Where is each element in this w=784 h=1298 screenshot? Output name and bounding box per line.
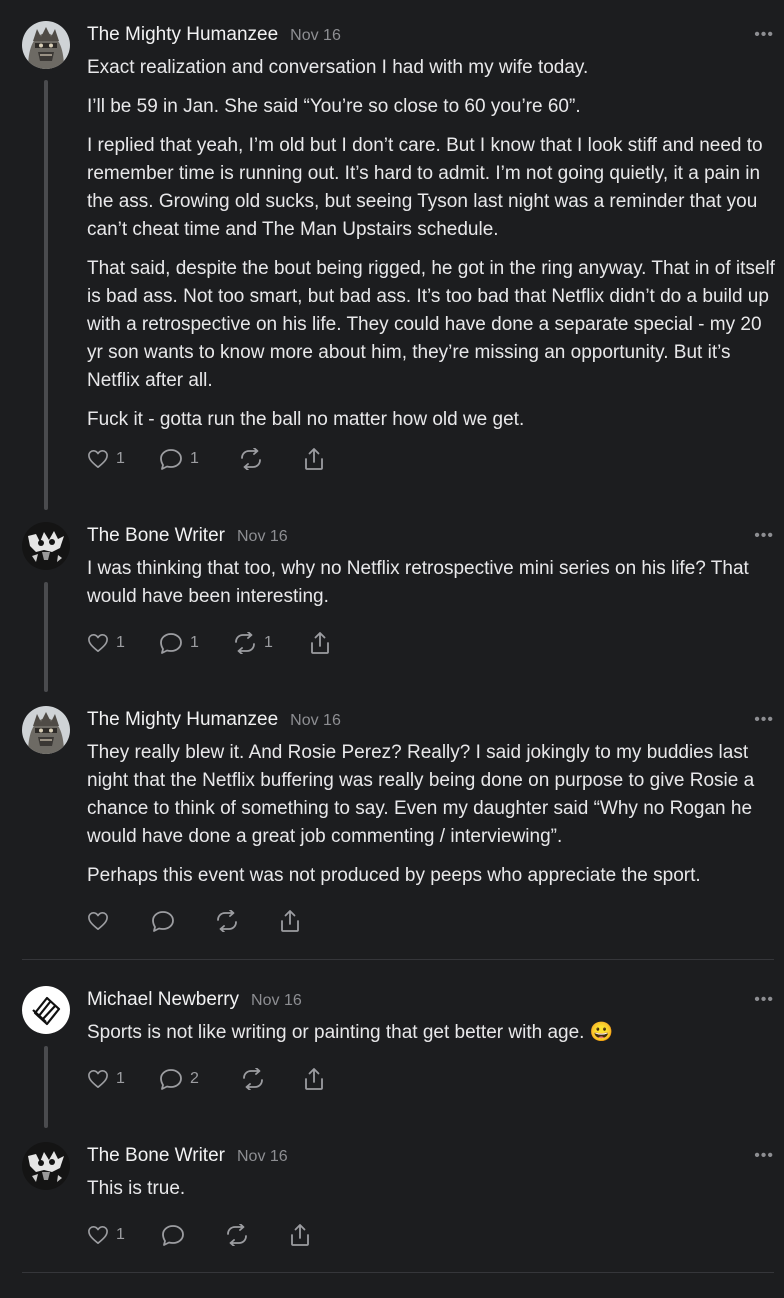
author-name[interactable]: The Mighty Humanzee (87, 709, 278, 730)
speech-bubble-icon (160, 1069, 182, 1090)
comment-body: Exact realization and conversation I had… (87, 54, 779, 445)
reply-button[interactable]: 2 (159, 1066, 241, 1092)
share-button[interactable] (303, 1066, 333, 1092)
comment-actions: 1 2 (87, 1066, 333, 1092)
share-icon (311, 632, 329, 654)
share-button[interactable] (309, 630, 339, 656)
restack-count: 1 (264, 634, 273, 651)
comment-paragraph: I was thinking that too, why no Netflix … (87, 558, 749, 607)
comment-actions: 1 1 (87, 446, 333, 472)
reply-count: 2 (190, 1070, 199, 1087)
heart-icon (88, 450, 108, 468)
comment-paragraph: I’ll be 59 in Jan. She said “You’re so c… (87, 96, 581, 117)
author-name[interactable]: Michael Newberry (87, 989, 239, 1010)
more-options-button[interactable]: ••• (754, 527, 774, 545)
comment-date[interactable]: Nov 16 (251, 992, 302, 1009)
share-icon (281, 910, 299, 932)
comment-body: I was thinking that too, why no Netflix … (87, 555, 779, 622)
comment-body: They really blew it. And Rosie Perez? Re… (87, 739, 779, 901)
share-icon (305, 1068, 323, 1090)
comment-paragraph: This is true. (87, 1178, 186, 1199)
thread-divider (22, 1272, 774, 1273)
heart-icon (88, 912, 108, 930)
author-avatar[interactable] (22, 706, 70, 754)
author-name[interactable]: The Bone Writer (87, 525, 225, 546)
comment-date[interactable]: Nov 16 (237, 528, 288, 545)
restack-button[interactable] (241, 1066, 303, 1092)
more-options-button[interactable]: ••• (754, 991, 774, 1009)
like-button[interactable]: 1 (87, 1066, 159, 1092)
share-button[interactable] (289, 1222, 319, 1248)
reply-button[interactable] (151, 908, 215, 934)
comment-date[interactable]: Nov 16 (237, 1148, 288, 1165)
reply-button[interactable]: 1 (159, 630, 233, 656)
comment-body: This is true. (87, 1175, 779, 1214)
share-button[interactable] (279, 908, 309, 934)
like-button[interactable]: 1 (87, 1222, 161, 1248)
author-line: Michael Newberry Nov 16 (87, 989, 302, 1011)
author-line: The Bone Writer Nov 16 (87, 525, 288, 547)
comment-paragraph: Sports is not like writing or painting t… (87, 1022, 614, 1043)
speech-bubble-icon (162, 1225, 184, 1246)
speech-bubble-icon (160, 633, 182, 654)
comment-actions: 1 1 1 (87, 630, 339, 656)
reply-count: 1 (190, 634, 199, 651)
like-button[interactable]: 1 (87, 630, 159, 656)
reply-button[interactable] (161, 1222, 225, 1248)
thread-line (44, 1046, 48, 1128)
author-name[interactable]: The Bone Writer (87, 1145, 225, 1166)
like-count: 1 (116, 634, 125, 651)
author-line: The Mighty Humanzee Nov 16 (87, 709, 341, 731)
author-line: The Bone Writer Nov 16 (87, 1145, 288, 1167)
share-icon (291, 1224, 309, 1246)
thread-divider (22, 959, 774, 960)
comment-date[interactable]: Nov 16 (290, 712, 341, 729)
restack-icon (217, 910, 237, 932)
comment-date[interactable]: Nov 16 (290, 27, 341, 44)
share-icon (305, 448, 323, 470)
like-button[interactable]: 1 (87, 446, 159, 472)
restack-button[interactable] (225, 1222, 289, 1248)
like-button[interactable] (87, 908, 151, 934)
restack-icon (227, 1224, 247, 1246)
thread-line (44, 80, 48, 510)
like-count: 1 (116, 1226, 125, 1243)
comment-paragraph: They really blew it. And Rosie Perez? Re… (87, 742, 755, 847)
speech-bubble-icon (160, 449, 182, 470)
author-avatar[interactable] (22, 522, 70, 570)
restack-icon (235, 632, 255, 654)
comment-actions (87, 908, 309, 934)
thread-line (44, 582, 48, 692)
comment-paragraph: Exact realization and conversation I had… (87, 57, 589, 78)
restack-button[interactable] (215, 908, 279, 934)
comment-paragraph: Fuck it - gotta run the ball no matter h… (87, 409, 525, 430)
comment-actions: 1 (87, 1222, 319, 1248)
heart-icon (88, 1070, 108, 1088)
author-avatar[interactable] (22, 1142, 70, 1190)
restack-icon (243, 1068, 263, 1090)
author-line: The Mighty Humanzee Nov 16 (87, 24, 341, 46)
more-options-button[interactable]: ••• (754, 26, 774, 44)
comment-paragraph: Perhaps this event was not produced by p… (87, 865, 701, 886)
author-avatar[interactable] (22, 986, 70, 1034)
comment-paragraph: That said, despite the bout being rigged… (87, 258, 775, 391)
more-options-button[interactable]: ••• (754, 711, 774, 729)
speech-bubble-icon (152, 911, 174, 932)
restack-button[interactable]: 1 (233, 630, 309, 656)
share-button[interactable] (303, 446, 333, 472)
like-count: 1 (116, 450, 125, 467)
author-avatar[interactable] (22, 21, 70, 69)
comment-paragraph: I replied that yeah, I’m old but I don’t… (87, 135, 763, 240)
reply-button[interactable]: 1 (159, 446, 239, 472)
restack-icon (241, 448, 261, 470)
comment-body: Sports is not like writing or painting t… (87, 1019, 779, 1058)
heart-icon (88, 1226, 108, 1244)
reply-count: 1 (190, 450, 199, 467)
author-name[interactable]: The Mighty Humanzee (87, 24, 278, 45)
more-options-button[interactable]: ••• (754, 1147, 774, 1165)
restack-button[interactable] (239, 446, 303, 472)
heart-icon (88, 634, 108, 652)
like-count: 1 (116, 1070, 125, 1087)
